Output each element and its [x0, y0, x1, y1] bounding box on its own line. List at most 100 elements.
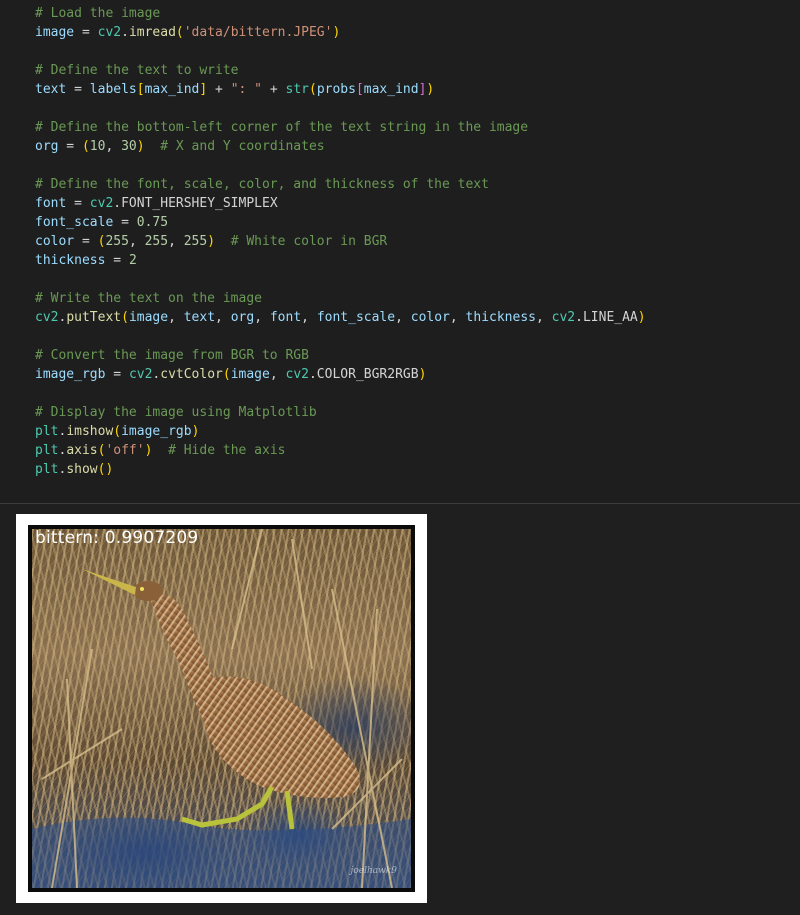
code-line[interactable]: font_scale = 0.75	[35, 213, 646, 232]
code-line[interactable]: plt.axis('off') # Hide the axis	[35, 441, 646, 460]
code-token: color	[410, 310, 450, 325]
code-token: plt	[35, 462, 59, 477]
code-token: =	[66, 82, 90, 97]
code-token: cv2	[128, 367, 153, 382]
code-token: ,	[449, 310, 466, 325]
code-token: 255	[183, 234, 208, 249]
code-token: )	[637, 310, 646, 325]
code-token: cv2	[35, 310, 59, 325]
code-line[interactable]	[35, 327, 646, 346]
code-token: .	[121, 25, 129, 40]
code-token: =	[74, 25, 98, 40]
code-token: labels	[89, 82, 137, 97]
code-line[interactable]: image = cv2.imread('data/bittern.JPEG')	[35, 23, 646, 42]
code-token: axis	[66, 443, 98, 458]
code-token: ,	[254, 310, 270, 325]
code-token: )	[332, 25, 341, 40]
code-token: cvtColor	[160, 367, 223, 382]
code-token: putText	[66, 310, 122, 325]
code-line[interactable]: thickness = 2	[35, 251, 646, 270]
code-token: str	[285, 82, 309, 97]
code-line[interactable]: # Define the text to write	[35, 61, 646, 80]
code-token: .COLOR_BGR2RGB	[308, 367, 419, 382]
code-token: =	[105, 367, 129, 382]
code-line[interactable]	[35, 384, 646, 403]
code-line[interactable]: cv2.putText(image, text, org, font, font…	[35, 308, 646, 327]
code-token: ": "	[230, 82, 263, 97]
code-line[interactable]: image_rgb = cv2.cvtColor(image, cv2.COLO…	[35, 365, 646, 384]
code-token: =	[58, 139, 82, 154]
code-token: plt	[35, 443, 59, 458]
code-token: font	[35, 196, 67, 211]
code-line[interactable]	[35, 270, 646, 289]
code-line[interactable]: # Load the image	[35, 4, 646, 23]
code-line[interactable]: plt.show()	[35, 460, 646, 479]
code-token: )	[136, 139, 145, 154]
code-token: ()	[97, 462, 114, 477]
matplotlib-figure: bittern: 0.9907209 joelhawk9	[16, 514, 427, 903]
code-line[interactable]: org = (10, 30) # X and Y coordinates	[35, 137, 646, 156]
code-token: thickness	[465, 310, 536, 325]
code-token: # X and Y coordinates	[144, 139, 325, 154]
code-token: # Define the font, scale, color, and thi…	[35, 177, 489, 192]
code-editor[interactable]: # Load the image image = cv2.imread('data…	[35, 4, 646, 479]
code-token: ,	[536, 310, 552, 325]
code-token: 30	[121, 139, 137, 154]
code-token: # White color in BGR	[215, 234, 388, 249]
code-token: (	[222, 367, 231, 382]
code-token: 'off'	[105, 443, 145, 458]
code-token: (	[175, 25, 184, 40]
code-token: cv2	[551, 310, 576, 325]
code-cell[interactable]: # Load the image image = cv2.imread('data…	[0, 0, 800, 504]
code-token: plt	[35, 424, 59, 439]
bittern-photo: bittern: 0.9907209 joelhawk9	[32, 529, 411, 888]
code-token: # Define the bottom-left corner of the t…	[35, 120, 529, 135]
code-token: cv2	[97, 25, 122, 40]
cell-output: bittern: 0.9907209 joelhawk9	[0, 505, 800, 915]
code-token: # Define the text to write	[35, 63, 239, 78]
code-token: )	[191, 424, 200, 439]
code-line[interactable]: font = cv2.FONT_HERSHEY_SIMPLEX	[35, 194, 646, 213]
code-token: (	[113, 424, 122, 439]
code-token: org	[230, 310, 255, 325]
code-token: )	[207, 234, 216, 249]
code-line[interactable]	[35, 42, 646, 61]
code-line[interactable]: # Display the image using Matplotlib	[35, 403, 646, 422]
code-token: color	[35, 234, 75, 249]
code-token: font_scale	[316, 310, 396, 325]
code-token: org	[35, 139, 59, 154]
code-token: image_rgb	[121, 424, 192, 439]
code-token: 255	[144, 234, 169, 249]
code-token: cv2	[285, 367, 309, 382]
code-token: 'data/bittern.JPEG'	[183, 25, 333, 40]
code-line[interactable]	[35, 156, 646, 175]
code-token: font_scale	[35, 215, 114, 230]
code-token: thickness	[35, 253, 106, 268]
bittern-bird-illustration	[32, 529, 411, 888]
code-token: ,	[269, 367, 286, 382]
code-line[interactable]: # Define the bottom-left corner of the t…	[35, 118, 646, 137]
code-token: cv2	[89, 196, 114, 211]
code-token: (	[308, 82, 317, 97]
code-line[interactable]: # Define the font, scale, color, and thi…	[35, 175, 646, 194]
code-token: imshow	[66, 424, 114, 439]
code-token: =	[74, 234, 98, 249]
code-token: 2	[128, 253, 137, 268]
code-line[interactable]: # Convert the image from BGR to RGB	[35, 346, 646, 365]
code-line[interactable]: color = (255, 255, 255) # White color in…	[35, 232, 646, 251]
code-token: probs	[316, 82, 356, 97]
code-token: ,	[168, 234, 184, 249]
code-line[interactable]: text = labels[max_ind] + ": " + str(prob…	[35, 80, 646, 99]
code-token: .LINE_AA	[575, 310, 638, 325]
code-token: # Convert the image from BGR to RGB	[35, 348, 309, 363]
code-token: [	[136, 82, 145, 97]
code-token: =	[105, 253, 129, 268]
code-line[interactable]: # Write the text on the image	[35, 289, 646, 308]
code-token: max_ind	[363, 82, 419, 97]
code-token: ,	[105, 139, 122, 154]
code-token: ,	[168, 310, 184, 325]
code-line[interactable]	[35, 99, 646, 118]
code-token: 255	[105, 234, 129, 249]
code-line[interactable]: plt.imshow(image_rgb)	[35, 422, 646, 441]
photo-watermark: joelhawk9	[350, 866, 397, 876]
